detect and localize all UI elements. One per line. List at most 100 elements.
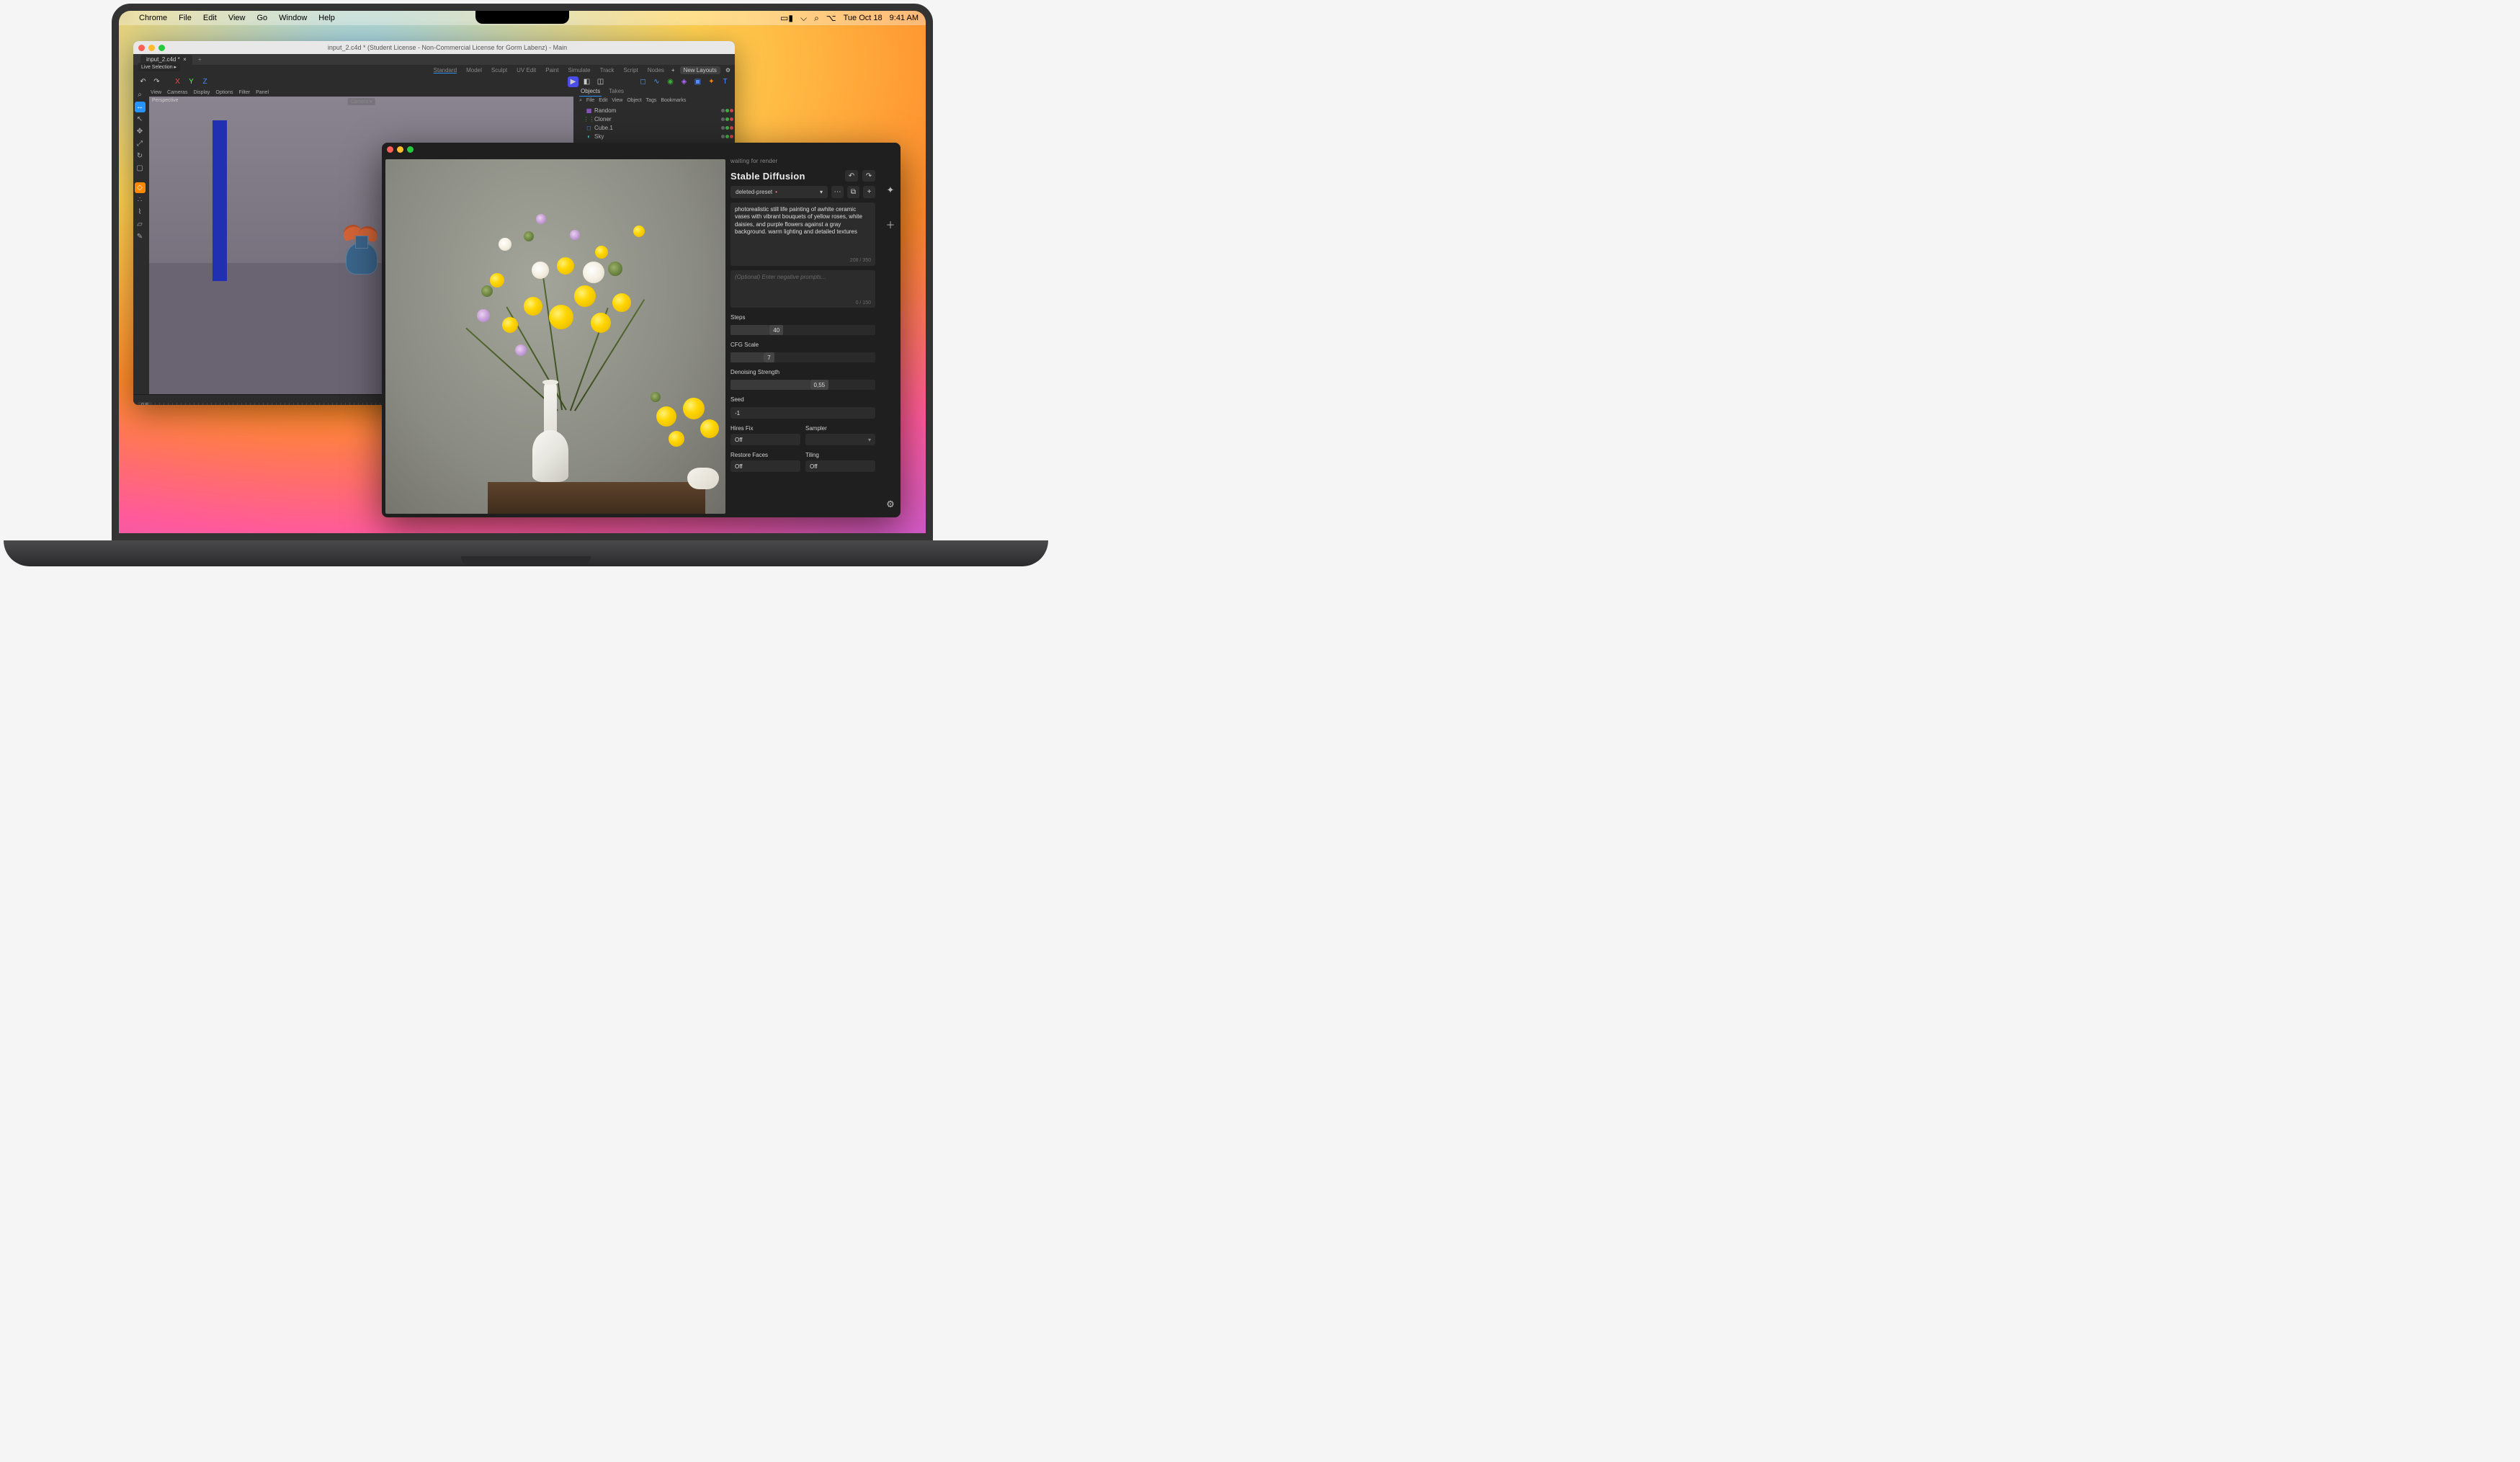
plus-icon[interactable]: ＋ [885, 218, 895, 231]
menubar-help[interactable]: Help [318, 14, 335, 22]
menubar-view[interactable]: View [228, 14, 246, 22]
negative-prompt-textarea[interactable]: (Optional) Enter negative prompts... 0 /… [730, 270, 875, 308]
view-menu-filter[interactable]: Filter [239, 90, 251, 95]
seed-input[interactable]: -1 [730, 407, 875, 419]
object-row[interactable]: ◻ Cube.1 [578, 123, 733, 132]
redo-icon[interactable]: ↷ [862, 170, 875, 182]
zoom-icon[interactable] [407, 146, 414, 153]
render-icon[interactable]: ▶ [568, 76, 578, 87]
live-selection-indicator[interactable]: Live Selection ▸ [138, 63, 180, 71]
takes-tab[interactable]: Takes [607, 88, 625, 97]
c4d-titlebar[interactable]: input_2.c4d * (Student License - Non-Com… [133, 41, 735, 54]
sparkle-icon[interactable]: ✦ [887, 184, 895, 196]
preset-dropdown[interactable]: deleted-preset • ▾ [730, 186, 828, 198]
spline-icon[interactable]: ∿ [651, 76, 662, 87]
brush-icon[interactable]: ✎ [135, 231, 146, 242]
view-menu-cameras[interactable]: Cameras [167, 90, 187, 95]
cfg-slider[interactable]: 7 [730, 352, 875, 362]
add-icon[interactable]: + [863, 186, 875, 198]
wifi-icon[interactable]: ⌵ [800, 13, 807, 24]
menubar-go[interactable]: Go [256, 14, 267, 22]
obj-menu-file[interactable]: File [586, 98, 594, 103]
mode-standard[interactable]: Standard [432, 66, 459, 74]
camera-icon[interactable]: ▣ [692, 76, 703, 87]
restore-select[interactable]: Off [730, 460, 800, 472]
sampler-select[interactable]: ▾ [805, 434, 875, 445]
close-icon[interactable] [387, 146, 393, 153]
frame-start[interactable]: 0 F [138, 402, 152, 405]
obj-menu-object[interactable]: Object [627, 98, 641, 103]
cursor-icon[interactable]: ↖ [135, 114, 146, 125]
new-tab-button[interactable]: + [195, 56, 202, 63]
axis-z-icon[interactable]: Z [200, 76, 210, 87]
close-icon[interactable] [138, 45, 145, 51]
mode-uvedit[interactable]: UV Edit [514, 66, 538, 74]
zoom-icon[interactable] [158, 45, 165, 51]
light-icon[interactable]: ✦ [706, 76, 717, 87]
object-row[interactable]: ⋮⋮ Cloner [578, 115, 733, 123]
obj-menu-tags[interactable]: Tags [646, 98, 657, 103]
spotlight-icon[interactable]: ⌕ [814, 13, 819, 24]
tiling-select[interactable]: Off [805, 460, 875, 472]
redo-icon[interactable]: ↷ [151, 76, 162, 87]
new-layouts-button[interactable]: New Layouts [680, 66, 720, 74]
hires-select[interactable]: Off [730, 434, 800, 445]
point-mode-icon[interactable]: ∴ [135, 195, 146, 205]
view-menu-display[interactable]: Display [193, 90, 210, 95]
undo-icon[interactable]: ↶ [138, 76, 148, 87]
rotate-icon[interactable]: ↻ [135, 151, 146, 161]
copy-icon[interactable]: ⧉ [847, 186, 859, 198]
rect-select-icon[interactable]: ▢ [135, 163, 146, 174]
view-menu-view[interactable]: View [151, 90, 161, 95]
mode-nodes[interactable]: Nodes [645, 66, 666, 74]
mode-simulate[interactable]: Simulate [566, 66, 593, 74]
gear-icon[interactable]: ⚙ [725, 67, 730, 73]
battery-icon[interactable]: ▭▮ [780, 13, 793, 23]
move-icon[interactable]: ✥ [135, 126, 146, 137]
move-tool-icon[interactable]: ↔ [135, 102, 146, 112]
mode-paint[interactable]: Paint [543, 66, 560, 74]
generator-icon[interactable]: ◉ [665, 76, 676, 87]
toolbar-icon[interactable]: ◫ [595, 76, 606, 87]
text-icon[interactable]: T [720, 76, 730, 87]
scale-icon[interactable]: ⤢ [135, 138, 146, 149]
menubar-file[interactable]: File [179, 14, 192, 22]
control-center-icon[interactable]: ⌥ [826, 13, 836, 23]
minimize-icon[interactable] [397, 146, 403, 153]
view-menu-panel[interactable]: Panel [256, 90, 269, 95]
viewport-camera-label[interactable]: Camera ▾ [347, 98, 375, 105]
prompt-textarea[interactable]: photorealistic still life painting of aw… [730, 202, 875, 266]
axis-x-icon[interactable]: X [172, 76, 183, 87]
sd-titlebar[interactable] [382, 143, 901, 156]
edge-mode-icon[interactable]: ⌇ [135, 207, 146, 218]
deformer-icon[interactable]: ◈ [679, 76, 689, 87]
menubar-time[interactable]: 9:41 AM [890, 14, 919, 22]
mode-track[interactable]: Track [598, 66, 617, 74]
toolbar-icon[interactable]: ◧ [581, 76, 592, 87]
object-row[interactable]: ▦ Random [578, 106, 733, 115]
axis-y-icon[interactable]: Y [186, 76, 197, 87]
mode-sculpt[interactable]: Sculpt [489, 66, 509, 74]
menubar-edit[interactable]: Edit [203, 14, 217, 22]
poly-mode-icon[interactable]: ▱ [135, 219, 146, 230]
menubar-window[interactable]: Window [279, 14, 307, 22]
plus-icon[interactable]: + [671, 67, 675, 73]
obj-menu-edit[interactable]: Edit [599, 98, 607, 103]
more-icon[interactable]: ⋯ [831, 186, 844, 198]
obj-menu-bookmarks[interactable]: Bookmarks [661, 98, 686, 103]
view-menu-options[interactable]: Options [215, 90, 233, 95]
obj-search-icon[interactable]: ⌕ [579, 98, 582, 104]
undo-icon[interactable]: ↶ [845, 170, 858, 182]
search-icon[interactable]: ⌕ [135, 89, 146, 100]
obj-menu-view[interactable]: View [612, 98, 622, 103]
menubar-app[interactable]: Chrome [139, 14, 167, 22]
model-mode-icon[interactable]: ◇ [135, 182, 146, 193]
cube-primitive-icon[interactable]: ◻ [638, 76, 648, 87]
menubar-date[interactable]: Tue Oct 18 [844, 14, 883, 22]
object-row[interactable]: ◐ Sky [578, 132, 733, 141]
steps-slider[interactable]: 40 [730, 325, 875, 335]
mode-script[interactable]: Script [621, 66, 640, 74]
objects-tab[interactable]: Objects [579, 88, 602, 97]
minimize-icon[interactable] [148, 45, 155, 51]
denoise-slider[interactable]: 0,55 [730, 380, 875, 390]
